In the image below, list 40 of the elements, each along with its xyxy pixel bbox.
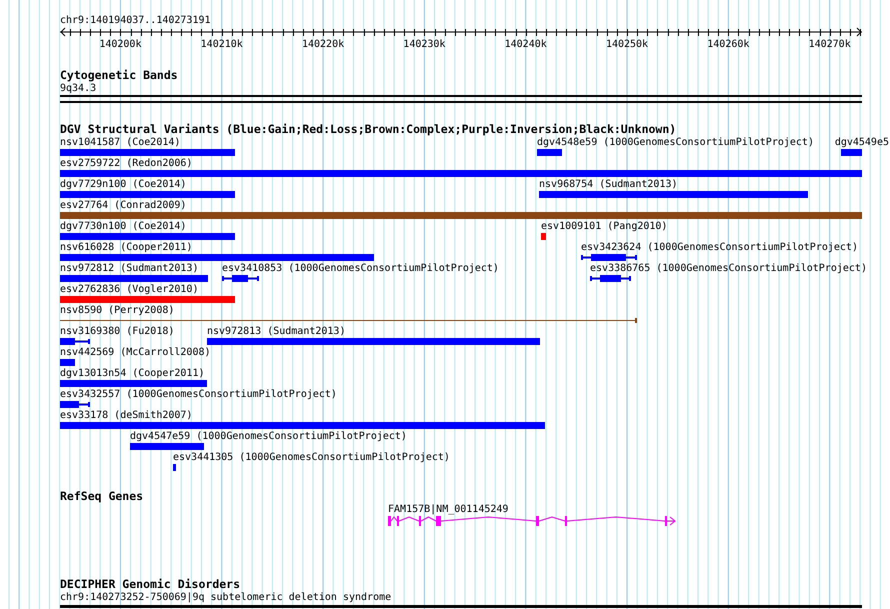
tick-label: 140240k	[504, 39, 547, 50]
tick-label: 140250k	[606, 39, 648, 50]
tick-label: 140260k	[707, 39, 750, 50]
variant-label: nsv3169380 (Fu2018)	[60, 326, 174, 337]
track-title: DGV Structural Variants (Blue:Gain;Red:Loss;Brown:Complex;Purple:Inversion;Black:Unknown)	[60, 123, 676, 136]
variant-label: dgv4549e5	[834, 137, 889, 148]
variant-label: nsv968754 (Sudmant2013)	[539, 179, 678, 190]
variant-label: esv3423624 (1000GenomesConsortiumPilotProject)	[581, 242, 858, 253]
variant-label: esv3410853 (1000GenomesConsortiumPilotProject)	[222, 263, 499, 274]
variant-label: dgv7730n100 (Coe2014)	[60, 221, 186, 232]
location-label: chr9:140194037..140273191	[60, 15, 211, 27]
tick-label: 140230k	[403, 39, 446, 50]
variant-label: esv3386765 (1000GenomesConsortiumPilotProject)	[590, 263, 867, 274]
variant-label: esv3432557 (1000GenomesConsortiumPilotProject)	[60, 389, 337, 400]
tick-label: 140210k	[200, 39, 243, 50]
track-title: Cytogenetic Bands	[60, 69, 178, 82]
track-title: RefSeq Genes	[60, 490, 144, 503]
tick-label: 140270k	[808, 39, 851, 50]
variant-label: esv27764 (Conrad2009)	[60, 200, 186, 211]
track-title: DECIPHER Genomic Disorders	[60, 578, 240, 591]
variant-label: dgv7729n100 (Coe2014)	[60, 179, 186, 190]
band-label: 9q34.3	[60, 83, 96, 94]
gene-label: FAM157B|NM_001145249	[388, 504, 508, 515]
variant-label: esv1009101 (Pang2010)	[541, 221, 668, 232]
region-label: chr9:140273252-750069|9q subtelomeric deletion syndrome	[60, 592, 392, 603]
variant-label: esv2759722 (Redon2006)	[60, 158, 192, 169]
variant-label: nsv972813 (Sudmant2013)	[207, 326, 346, 337]
variant-label: esv2762836 (Vogler2010)	[60, 284, 198, 295]
tick-label: 140220k	[302, 39, 344, 50]
tick-label: 140200k	[99, 39, 142, 50]
variant-label: dgv13013n54 (Cooper2011)	[60, 368, 204, 379]
variant-label: dgv4548e59 (1000GenomesConsortiumPilotProject)	[537, 137, 814, 148]
variant-label: esv33178 (deSmith2007)	[60, 410, 192, 421]
variant-label: nsv8590 (Perry2008)	[60, 305, 174, 316]
variant-label: esv3441305 (1000GenomesConsortiumPilotProject)	[173, 452, 450, 463]
variant-label: dgv4547e59 (1000GenomesConsortiumPilotProject)	[130, 431, 407, 442]
variant-label: nsv972812 (Sudmant2013)	[60, 263, 198, 274]
variant-label: nsv1041587 (Coe2014)	[60, 137, 180, 148]
variant-label: nsv616028 (Cooper2011)	[60, 242, 192, 253]
variant-label: nsv442569 (McCarroll2008)	[60, 347, 211, 358]
